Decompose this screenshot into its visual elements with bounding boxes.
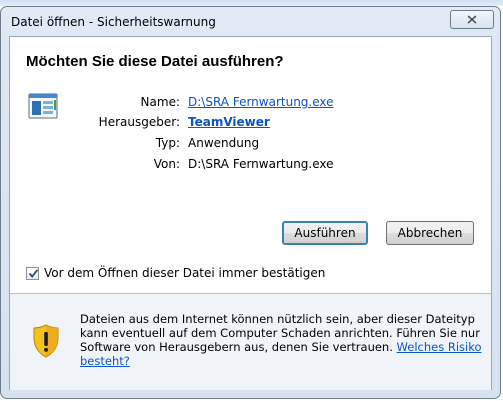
publisher-label: Herausgeber: [98, 115, 180, 129]
from-label: Von: [153, 157, 180, 171]
cancel-button[interactable]: Abbrechen [386, 221, 474, 245]
type-value: Anwendung [188, 136, 260, 150]
checkmark-icon [28, 269, 39, 278]
name-row: Name: D:\SRA Fernwartung.exe [10, 95, 490, 113]
confirm-checkbox[interactable] [26, 267, 39, 280]
title-bar[interactable]: Datei öffnen - Sicherheitswarnung [1, 7, 500, 37]
run-button[interactable]: Ausführen [282, 221, 368, 245]
from-value: D:\SRA Fernwartung.exe [188, 157, 334, 171]
shield-warning-icon [32, 324, 60, 361]
dialog-heading: Möchten Sie diese Datei ausführen? [26, 53, 284, 70]
type-row: Typ: Anwendung [10, 136, 490, 154]
type-label: Typ: [155, 136, 180, 150]
publisher-row: Herausgeber: TeamViewer [10, 115, 490, 133]
window-title: Datei öffnen - Sicherheitswarnung [11, 15, 216, 29]
close-button[interactable] [450, 10, 494, 29]
warning-area: Dateien aus dem Internet können nützlich… [10, 294, 491, 390]
publisher-value-link[interactable]: TeamViewer [188, 115, 270, 129]
security-warning-dialog: Datei öffnen - Sicherheitswarnung Möchte… [0, 6, 501, 399]
name-label: Name: [140, 95, 180, 109]
name-value-link[interactable]: D:\SRA Fernwartung.exe [188, 95, 334, 109]
confirm-checkbox-label[interactable]: Vor dem Öffnen dieser Datei immer bestät… [44, 266, 325, 280]
from-row: Von: D:\SRA Fernwartung.exe [10, 157, 490, 175]
warning-text: Dateien aus dem Internet können nützlich… [80, 312, 484, 368]
close-icon [467, 15, 477, 24]
dialog-content: Möchten Sie diese Datei ausführen? Name:… [9, 36, 492, 390]
